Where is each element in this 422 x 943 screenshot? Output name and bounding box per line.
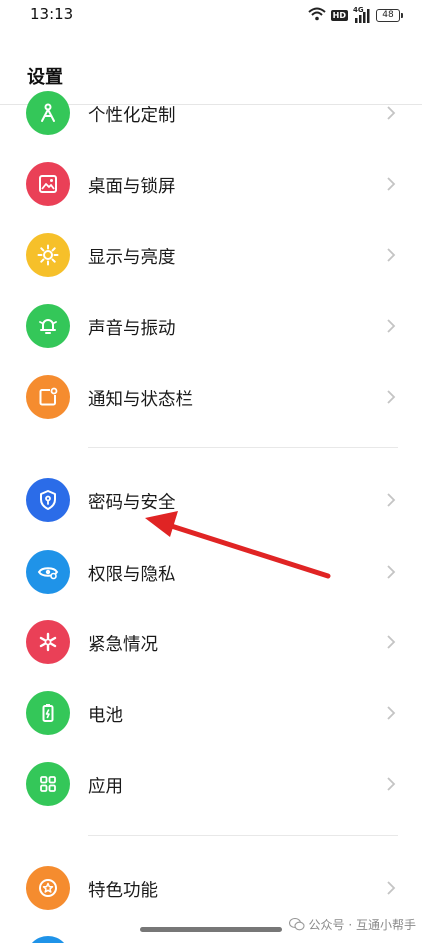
settings-item-label: 特色功能	[88, 881, 158, 901]
settings-item-label: 密码与安全	[88, 493, 176, 513]
settings-item-label: 显示与亮度	[88, 248, 176, 268]
next-item-icon-partial	[26, 936, 70, 943]
chevron-right-icon	[387, 565, 396, 579]
settings-item-label: 权限与隐私	[88, 565, 176, 585]
star-icon	[26, 866, 70, 910]
wallpaper-icon	[26, 162, 70, 206]
chevron-right-icon	[387, 493, 396, 507]
brightness-icon	[26, 233, 70, 277]
settings-item-battery[interactable]: 电池	[0, 678, 422, 748]
settings-list: 个性化定制 桌面与锁屏 显示与亮度 声音与振动 通知与状态栏 密码与安全 权限与…	[0, 0, 422, 943]
eye-privacy-icon	[26, 550, 70, 594]
wechat-icon	[288, 918, 305, 931]
chevron-right-icon	[387, 106, 396, 120]
settings-item-label: 电池	[88, 706, 123, 726]
chevron-right-icon	[387, 319, 396, 333]
settings-item-label: 声音与振动	[88, 319, 176, 339]
chevron-right-icon	[387, 706, 396, 720]
chevron-right-icon	[387, 881, 396, 895]
chevron-right-icon	[387, 177, 396, 191]
chevron-right-icon	[387, 777, 396, 791]
settings-item-label: 个性化定制	[88, 106, 176, 126]
settings-item-notification-statusbar[interactable]: 通知与状态栏	[0, 362, 422, 432]
settings-item-wallpaper-lockscreen[interactable]: 桌面与锁屏	[0, 149, 422, 219]
chevron-right-icon	[387, 390, 396, 404]
settings-item-apps[interactable]: 应用	[0, 749, 422, 819]
home-indicator[interactable]	[140, 927, 282, 932]
settings-item-personalization[interactable]: 个性化定制	[0, 78, 422, 148]
chevron-right-icon	[387, 635, 396, 649]
group-divider	[88, 835, 398, 836]
watermark-text: 公众号 · 互通小帮手	[308, 918, 416, 932]
personalization-icon	[26, 91, 70, 135]
settings-item-label: 应用	[88, 777, 123, 797]
settings-item-emergency[interactable]: 紧急情况	[0, 607, 422, 677]
chevron-right-icon	[387, 248, 396, 262]
group-divider	[88, 447, 398, 448]
settings-item-label: 紧急情况	[88, 635, 158, 655]
settings-item-special-features[interactable]: 特色功能	[0, 853, 422, 923]
settings-item-label: 通知与状态栏	[88, 390, 193, 410]
notification-icon	[26, 375, 70, 419]
emergency-icon	[26, 620, 70, 664]
settings-item-permissions-privacy[interactable]: 权限与隐私	[0, 537, 422, 607]
apps-grid-icon	[26, 762, 70, 806]
bell-icon	[26, 304, 70, 348]
battery-icon	[26, 691, 70, 735]
watermark: 公众号 · 互通小帮手	[288, 916, 416, 933]
settings-item-password-security[interactable]: 密码与安全	[0, 465, 422, 535]
settings-item-label: 桌面与锁屏	[88, 177, 176, 197]
settings-item-sound-vibration[interactable]: 声音与振动	[0, 291, 422, 361]
shield-icon	[26, 478, 70, 522]
settings-item-display-brightness[interactable]: 显示与亮度	[0, 220, 422, 290]
